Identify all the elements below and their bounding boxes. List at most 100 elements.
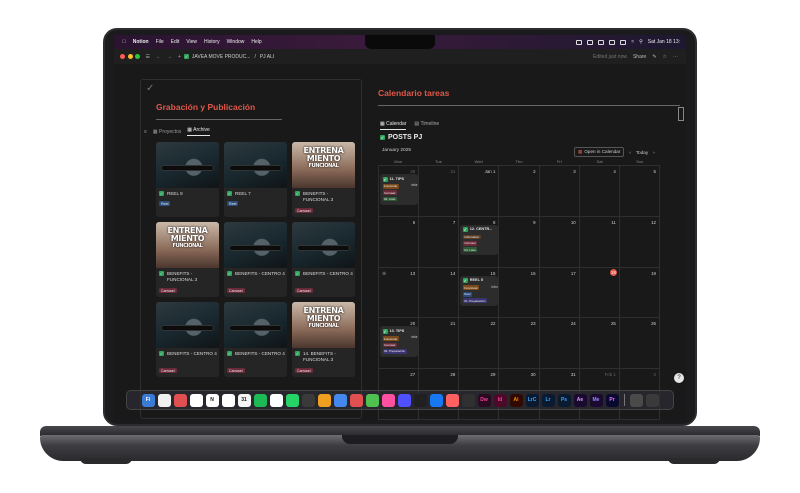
dock-app-icon[interactable]: Ai: [509, 393, 523, 407]
calendar-event[interactable]: ✓ 11. TIPS Funcional infor Carrusel 04. Listo: [381, 175, 418, 204]
calendar-day[interactable]: 2: [499, 166, 540, 217]
calendar-day[interactable]: 25: [579, 318, 620, 370]
gallery-card[interactable]: ENTRENA MIENTO FUNCIONAL ✓ BENEFITS - FUNCIO…: [292, 142, 355, 217]
scrollbar-handle[interactable]: [678, 107, 684, 121]
status-icon[interactable]: [609, 39, 616, 45]
comments-icon[interactable]: ✎: [652, 54, 656, 60]
dock-app-icon[interactable]: [333, 393, 347, 407]
dock-app-icon[interactable]: Ps: [557, 393, 571, 407]
dock-app-icon[interactable]: Dw: [477, 393, 491, 407]
dock-app-icon[interactable]: [629, 393, 643, 407]
menu-window[interactable]: Window: [227, 39, 245, 45]
dock-app-icon[interactable]: [429, 393, 443, 407]
status-icon[interactable]: [587, 39, 594, 45]
calendar-day[interactable]: 12: [619, 216, 660, 268]
calendar-day[interactable]: 21: [419, 318, 460, 370]
dock-app-icon[interactable]: [221, 393, 235, 407]
dock-app-icon[interactable]: N: [205, 393, 219, 407]
calendar-day[interactable]: 4: [579, 166, 620, 217]
dock-app-icon[interactable]: [397, 393, 411, 407]
dock-app-icon[interactable]: [645, 393, 659, 407]
calendar-day[interactable]: 5: [619, 166, 660, 217]
dock-app-icon[interactable]: LrC: [525, 393, 539, 407]
menu-file[interactable]: File: [156, 39, 164, 45]
tab-calendar[interactable]: ▦ Calendar: [380, 121, 407, 130]
calendar-day[interactable]: 3: [539, 166, 580, 217]
calendar-day[interactable]: 24: [539, 318, 580, 370]
open-in-calendar-button[interactable]: ▦ Open in Calendar: [574, 147, 625, 157]
dock-app-icon[interactable]: [301, 393, 315, 407]
dock-app-icon[interactable]: [157, 393, 171, 407]
dock-app-icon[interactable]: Lr: [541, 393, 555, 407]
calendar-day[interactable]: 31: [419, 166, 460, 217]
sidebar-toggle-icon[interactable]: ☰: [146, 54, 150, 60]
calendar-day[interactable]: Jan 1: [459, 166, 500, 217]
calendar-day[interactable]: 26: [619, 318, 660, 370]
dock-app-icon[interactable]: [349, 393, 363, 407]
dock-app-icon[interactable]: [461, 393, 475, 407]
forward-arrow-icon[interactable]: →: [167, 54, 172, 60]
gallery-card[interactable]: ✓ BENEFITS - CENTRO 4 Carrusel: [224, 302, 287, 377]
dock-app-icon[interactable]: [317, 393, 331, 407]
dock-app-icon[interactable]: [285, 393, 299, 407]
share-button[interactable]: Share: [633, 54, 646, 60]
dock-app-icon[interactable]: [189, 393, 203, 407]
new-page-icon[interactable]: +: [178, 54, 181, 60]
dock-app-icon[interactable]: Me: [589, 393, 603, 407]
breadcrumb-page[interactable]: PJ ALI: [260, 54, 274, 60]
calendar-day[interactable]: 13 ⊕: [379, 267, 420, 319]
more-options-icon[interactable]: ⋯: [673, 54, 678, 60]
tab-timeline[interactable]: ▤ Timeline: [414, 121, 439, 130]
calendar-day[interactable]: 30 ✓ 11. TIPS Funcional infor Carrusel 04. Lis…: [379, 166, 420, 217]
status-icon[interactable]: [576, 39, 583, 45]
menu-edit[interactable]: Edit: [171, 39, 180, 45]
apple-icon[interactable]: : [122, 39, 126, 45]
calendar-day[interactable]: 15 ✓ REEL 5 Funcional infor Reel 01. Preparaci…: [459, 267, 500, 319]
help-button[interactable]: ?: [674, 373, 684, 383]
dock-app-icon[interactable]: [253, 393, 267, 407]
dock-app-icon[interactable]: [269, 393, 283, 407]
status-icon[interactable]: [598, 39, 605, 45]
gallery-card[interactable]: ENTRENA MIENTO FUNCIONAL ✓ BENEFITS - FUNCIO…: [156, 222, 219, 297]
breadcrumb-workspace[interactable]: JAVEA MOVE PRODUC...: [192, 54, 251, 60]
gallery-card[interactable]: ENTRENA MIENTO FUNCIONAL ✓ 14. BENEFITS - FU…: [292, 302, 355, 377]
gallery-card[interactable]: ✓ REEL 7 Reel: [224, 142, 287, 217]
prev-month-icon[interactable]: ‹: [629, 150, 631, 155]
next-month-icon[interactable]: ›: [653, 150, 655, 155]
calendar-event[interactable]: ✓ 13. TIPS Funcional infor Carrusel 04. Prepa…: [381, 327, 418, 357]
calendar-day[interactable]: 18: [579, 267, 620, 319]
dock-app-icon[interactable]: Fi: [141, 393, 155, 407]
add-view-icon[interactable]: ≡: [144, 129, 147, 135]
calendar-day[interactable]: 20 ✓ 13. TIPS Funcional infor Carrusel 04. Pre…: [379, 318, 420, 370]
dock-app-icon[interactable]: 31: [237, 393, 251, 407]
tab-proyectos[interactable]: ▦ Proyectos: [153, 129, 181, 135]
menu-app-name[interactable]: Notion: [133, 39, 149, 45]
gallery-card[interactable]: ✓ BENEFITS - CENTRO 4 Carrusel: [224, 222, 287, 297]
calendar-day[interactable]: 17: [539, 267, 580, 319]
wifi-icon[interactable]: ≈: [631, 39, 634, 45]
today-button[interactable]: Today: [636, 150, 648, 155]
tab-archive[interactable]: ▦ Archive: [187, 127, 210, 136]
dock-app-icon[interactable]: Id: [493, 393, 507, 407]
calendar-day[interactable]: 7: [419, 216, 460, 268]
calendar-day[interactable]: 11: [579, 216, 620, 268]
menu-history[interactable]: History: [204, 39, 220, 45]
search-icon[interactable]: ⚲: [639, 39, 643, 45]
menu-help[interactable]: Help: [251, 39, 261, 45]
calendar-day[interactable]: 14: [419, 267, 460, 319]
add-event-icon[interactable]: ⊕: [382, 271, 386, 277]
battery-icon[interactable]: [620, 39, 627, 45]
dock-app-icon[interactable]: [413, 393, 427, 407]
calendar-day[interactable]: 10: [539, 216, 580, 268]
favorite-star-icon[interactable]: ☆: [663, 54, 667, 60]
calendar-day[interactable]: 9: [499, 216, 540, 268]
calendar-day[interactable]: 19: [619, 267, 660, 319]
menubar-clock[interactable]: Sat Jan 18 13:: [648, 39, 680, 45]
calendar-day[interactable]: 16: [499, 267, 540, 319]
gallery-card[interactable]: ✓ BENEFITS - CENTRO 4 Carrusel: [156, 302, 219, 377]
calendar-event[interactable]: ✓ REEL 5 Funcional infor Reel 01. Preparación: [461, 276, 498, 306]
calendar-day[interactable]: 22: [459, 318, 500, 370]
dock-app-icon[interactable]: [365, 393, 379, 407]
dock-app-icon[interactable]: Pr: [605, 393, 619, 407]
database-title[interactable]: ✓ POSTS PJ: [380, 134, 422, 141]
